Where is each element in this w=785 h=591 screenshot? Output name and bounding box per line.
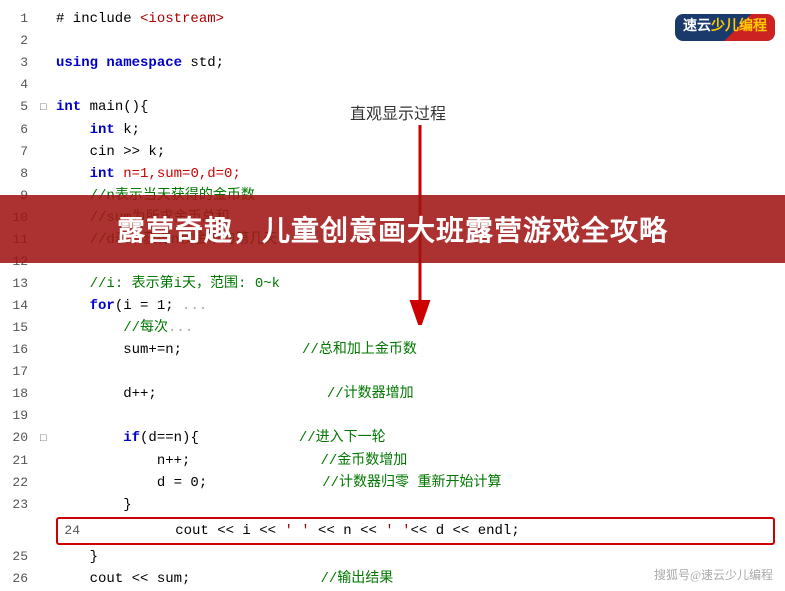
line-code-8: int n=1,sum=0,d=0; bbox=[56, 163, 785, 185]
line-19: 19 bbox=[0, 405, 785, 427]
line-num-6: 6 bbox=[0, 119, 40, 141]
line-code-16: sum+=n;//总和加上金币数 bbox=[56, 339, 785, 361]
line-4: 4 bbox=[0, 74, 785, 96]
line-num-24: 24 bbox=[62, 520, 92, 542]
line-7: 7 cin >> k; bbox=[0, 141, 785, 163]
line-num-15: 15 bbox=[0, 317, 40, 339]
line-code-25: } bbox=[56, 546, 785, 568]
line-code-18: d++;//计数器增加 bbox=[56, 383, 785, 405]
line-code-14: for(i = 1; ... bbox=[56, 295, 785, 317]
line-num-25: 25 bbox=[0, 546, 40, 568]
footer-text: 搜狐号@速云少儿编程 bbox=[654, 568, 773, 582]
line-17: 17 bbox=[0, 361, 785, 383]
line-num-22: 22 bbox=[0, 472, 40, 494]
line-num-16: 16 bbox=[0, 339, 40, 361]
line-code-23: } bbox=[56, 494, 785, 516]
line-num-3: 3 bbox=[0, 52, 40, 74]
line-num-8: 8 bbox=[0, 163, 40, 185]
line-num-23: 23 bbox=[0, 494, 40, 516]
line-1: 1 # include <iostream> bbox=[0, 8, 785, 30]
line-code-22: d = 0;//计数器归零 重新开始计算 bbox=[56, 472, 785, 494]
line-num-20: 20 bbox=[0, 427, 40, 449]
line-21: 21 n++;//金币数增加 bbox=[0, 450, 785, 472]
banner-text: 露营奇趣，儿童创意画大班露营游戏全攻略 bbox=[117, 215, 668, 246]
line-num-18: 18 bbox=[0, 383, 40, 405]
line-num-14: 14 bbox=[0, 295, 40, 317]
line-ind-5: □ bbox=[40, 97, 56, 119]
line-15: 15 //每次... bbox=[0, 317, 785, 339]
line-ind-20: □ bbox=[40, 428, 56, 450]
line-num-5: 5 bbox=[0, 96, 40, 118]
line-20: 20 □ if(d==n){//进入下一轮 bbox=[0, 427, 785, 450]
line-code-6: int k; bbox=[56, 119, 785, 141]
line-3: 3 using namespace std; bbox=[0, 52, 785, 74]
line-16: 16 sum+=n;//总和加上金币数 bbox=[0, 339, 785, 361]
line-num-7: 7 bbox=[0, 141, 40, 163]
line-22: 22 d = 0;//计数器归零 重新开始计算 bbox=[0, 472, 785, 494]
line-num-26: 26 bbox=[0, 568, 40, 590]
line-num-17: 17 bbox=[0, 361, 40, 383]
line-24: 24 cout << i << ' ' << n << ' '<< d << e… bbox=[56, 517, 775, 545]
line-14: 14 for(i = 1; ... bbox=[0, 295, 785, 317]
line-5: 5 □ int main(){ bbox=[0, 96, 785, 119]
footer: 搜狐号@速云少儿编程 bbox=[654, 566, 773, 583]
line-6: 6 int k; bbox=[0, 119, 785, 141]
line-num-4: 4 bbox=[0, 74, 40, 96]
line-num-2: 2 bbox=[0, 30, 40, 52]
line-num-13: 13 bbox=[0, 273, 40, 295]
line-code-7: cin >> k; bbox=[56, 141, 785, 163]
line-num-19: 19 bbox=[0, 405, 40, 427]
line-code-15: //每次... bbox=[56, 317, 785, 339]
line-code-5: int main(){ bbox=[56, 96, 785, 118]
banner: 露营奇趣，儿童创意画大班露营游戏全攻略 bbox=[0, 195, 785, 263]
line-code-21: n++;//金币数增加 bbox=[56, 450, 785, 472]
line-code-13: //i: 表示第i天，范围: 0~k bbox=[56, 273, 785, 295]
code-area: 1 # include <iostream> 2 3 using namespa… bbox=[0, 0, 785, 591]
line-23: 23 } bbox=[0, 494, 785, 516]
code-container: 速云少儿编程 1 # include <iostream> 2 3 using … bbox=[0, 0, 785, 591]
line-num-1: 1 bbox=[0, 8, 40, 30]
line-num-21: 21 bbox=[0, 450, 40, 472]
line-8: 8 int n=1,sum=0,d=0; bbox=[0, 163, 785, 185]
line-13: 13 //i: 表示第i天，范围: 0~k bbox=[0, 273, 785, 295]
line-code-20: if(d==n){//进入下一轮 bbox=[56, 427, 785, 449]
line-25: 25 } bbox=[0, 546, 785, 568]
line-code-1: # include <iostream> bbox=[56, 8, 785, 30]
line-2: 2 bbox=[0, 30, 785, 52]
line-code-3: using namespace std; bbox=[56, 52, 785, 74]
line-18: 18 d++;//计数器增加 bbox=[0, 383, 785, 405]
line-code-24: cout << i << ' ' << n << ' '<< d << endl… bbox=[108, 520, 769, 542]
